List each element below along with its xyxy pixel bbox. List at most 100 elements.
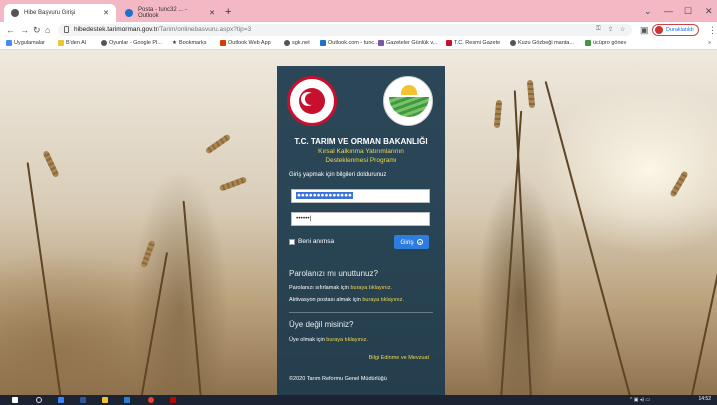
key-icon[interactable]: ⚿: [596, 26, 601, 33]
remember-me[interactable]: Beni anımsa: [289, 238, 334, 245]
register-link[interactable]: buraya tıklayınız.: [326, 337, 368, 343]
url-text: hibedestek.tarimorman.gov.tr/Tarim/onlin…: [74, 26, 251, 33]
activation-text: Aktivasyon postası almak için buraya tık…: [289, 297, 404, 303]
bookmark-item[interactable]: B'den Al: [58, 40, 86, 46]
bookmark-item[interactable]: ücüpro gönev: [585, 40, 626, 46]
arrow-right-icon: ➜: [416, 239, 423, 245]
bookmark-label: sgk.net: [292, 40, 310, 46]
bookmark-item[interactable]: Outlook.com - tunc...: [320, 40, 379, 46]
bookmark-label: Kuzu Gözbeği manta...: [518, 40, 574, 46]
close-window-button[interactable]: ✕: [705, 5, 713, 17]
wheat-ear: [669, 170, 689, 198]
username-value: ●●●●●●●●●●●●●●: [296, 192, 353, 199]
bookmark-label: Uygulamalar: [14, 40, 45, 46]
url-host: hibedestek.tarimorman.gov.tr: [74, 26, 158, 33]
menu-dots-icon[interactable]: ⋮: [708, 24, 717, 36]
reset-password-link[interactable]: buraya tıklayınız.: [350, 285, 392, 291]
bookmark-item[interactable]: T.C. Resmi Gazete: [446, 40, 500, 46]
bookmark-label: Outlook Web App: [228, 40, 271, 46]
program-logo: [383, 76, 433, 126]
bookmark-item[interactable]: sgk.net: [284, 40, 310, 46]
bookmark-label: Gazeteler Günlük v...: [386, 40, 438, 46]
maximize-button[interactable]: ☐: [684, 5, 692, 17]
wheat-stalk: [182, 200, 202, 395]
home-icon[interactable]: ⌂: [45, 24, 50, 36]
bookmark-label: ücüpro gönev: [593, 40, 627, 46]
star-icon[interactable]: ☆: [620, 26, 625, 33]
wheat-stalk: [140, 252, 169, 395]
bookmark-item[interactable]: ★ Bookmarks: [172, 40, 206, 46]
login-panel: T.C. TARIM VE ORMAN BAKANLIĞI Kırsal Kal…: [277, 66, 445, 395]
divider: [289, 312, 433, 313]
outlook-icon: [125, 9, 133, 17]
bookmark-item[interactable]: Gazeteler Günlük v...: [378, 40, 437, 46]
username-input[interactable]: ●●●●●●●●●●●●●●: [291, 189, 430, 203]
star-icon: ★: [172, 40, 177, 46]
windows-taskbar: ^ ▣ ◂) ▭ 14:52: [0, 395, 717, 405]
word-icon[interactable]: [80, 397, 86, 403]
subtitle-line: Kırsal Kalkınma Yatırımlarının: [318, 148, 404, 155]
folder-icon: [58, 40, 64, 46]
remember-checkbox[interactable]: [289, 238, 295, 245]
tab-outlook[interactable]: Posta - tunc32 ... - Outlook ✕: [118, 4, 222, 22]
activation-link[interactable]: buraya tıklayınız.: [362, 297, 404, 303]
outlook-icon: [320, 40, 326, 46]
subtitle-line: Desteklenmesi Programı: [325, 157, 397, 164]
register-text: Üye olmak için buraya tıklayınız.: [289, 337, 368, 343]
ministry-title: T.C. TARIM VE ORMAN BAKANLIĞI: [294, 137, 428, 146]
chrome-icon[interactable]: [148, 397, 154, 403]
store-icon[interactable]: [124, 397, 130, 403]
avatar: [655, 26, 663, 34]
flag-icon: [446, 40, 452, 46]
new-tab-button[interactable]: +: [225, 5, 231, 19]
bookmark-label: T.C. Resmi Gazete: [454, 40, 501, 46]
more-bookmarks-icon[interactable]: »: [708, 40, 711, 46]
windows-start-icon[interactable]: [12, 397, 18, 403]
close-tab-icon[interactable]: ✕: [103, 9, 109, 17]
profile-label: Duraklatıldı: [666, 27, 694, 33]
ministry-emblem-logo: [287, 76, 337, 126]
reload-icon[interactable]: ↻: [33, 24, 41, 36]
browser-titlebar: Hibe Başvuru Girişi ✕ Posta - tunc32 ...…: [0, 0, 717, 22]
address-bar[interactable]: hibedestek.tarimorman.gov.tr/Tarim/onlin…: [58, 24, 632, 36]
lock-icon[interactable]: [64, 26, 69, 33]
login-button[interactable]: Giriş ➜: [394, 235, 429, 249]
office-icon: [220, 40, 226, 46]
bookmark-label: Oyunlar - Google Pl...: [109, 40, 162, 46]
not-member-heading: Üye değil misiniz?: [289, 320, 354, 329]
page-content: T.C. TARIM VE ORMAN BAKANLIĞI Kırsal Kal…: [0, 50, 717, 395]
wheat-ear: [204, 133, 232, 155]
globe-icon: [284, 40, 290, 46]
bookmark-item[interactable]: Kuzu Gözbeği manta...: [510, 40, 574, 46]
tab-search-icon[interactable]: ⌄: [644, 5, 652, 17]
bookmark-item[interactable]: Outlook Web App: [220, 40, 271, 46]
wheat-ear: [42, 150, 60, 178]
edge-icon[interactable]: [58, 397, 64, 403]
search-icon[interactable]: [36, 397, 42, 403]
minimize-button[interactable]: —: [664, 5, 673, 17]
globe-icon: [510, 40, 516, 46]
bookmark-item[interactable]: Uygulamalar: [6, 40, 45, 46]
profile-button[interactable]: Duraklatıldı: [652, 24, 699, 36]
password-value: ••••••: [296, 215, 310, 222]
tab-hibe-basvuru[interactable]: Hibe Başvuru Girişi ✕: [4, 4, 116, 22]
browser-toolbar: ← → ↻ ⌂ hibedestek.tarimorman.gov.tr/Tar…: [0, 22, 717, 38]
sidebar-icon[interactable]: ▣: [640, 24, 649, 36]
bookmark-item[interactable]: Oyunlar - Google Pl...: [101, 40, 162, 46]
back-arrow-icon[interactable]: ←: [6, 24, 15, 36]
wheat-ear: [218, 176, 248, 192]
url-path: /Tarim/onlinebasvuru.aspx?tip=3: [157, 26, 252, 33]
share-icon[interactable]: ⇪: [608, 26, 613, 33]
file-explorer-icon[interactable]: [102, 397, 108, 403]
acrobat-icon[interactable]: [170, 397, 176, 403]
close-tab-icon[interactable]: ✕: [209, 9, 215, 17]
clock[interactable]: 14:52: [698, 396, 711, 402]
wheat-ear: [526, 79, 536, 109]
reset-password-text: Parolanızı sıfırlamak için buraya tıklay…: [289, 285, 393, 291]
password-input[interactable]: ••••••|: [291, 212, 430, 226]
system-tray-icons[interactable]: ^ ▣ ◂) ▭: [630, 397, 650, 403]
login-label: Giriş: [400, 238, 414, 246]
forgot-password-heading: Parolanızı mı unuttunuz?: [289, 269, 378, 278]
forward-arrow-icon[interactable]: →: [20, 24, 29, 36]
info-legislation-link[interactable]: Bilgi Edinme ve Mevzuat: [369, 355, 429, 361]
